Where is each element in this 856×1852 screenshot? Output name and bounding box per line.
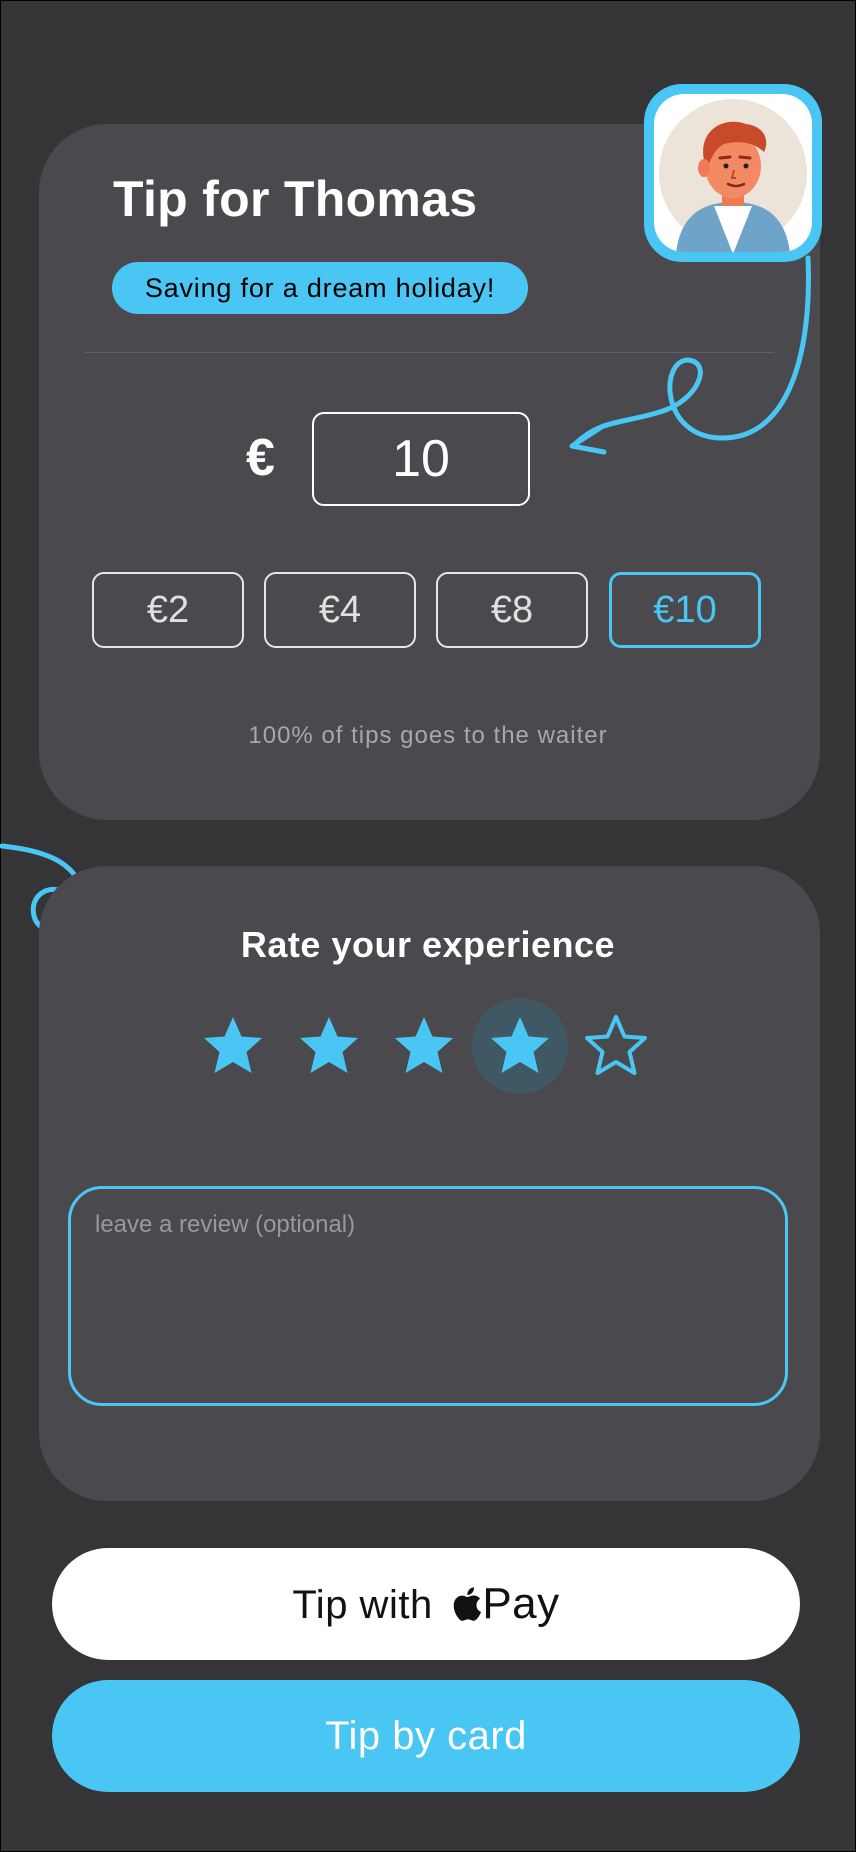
avatar <box>644 84 822 262</box>
star-3-button[interactable] <box>376 998 472 1094</box>
star-4-button[interactable] <box>472 998 568 1094</box>
star-5-button[interactable] <box>568 998 664 1094</box>
tip-title: Tip for Thomas <box>113 171 478 227</box>
currency-symbol: € <box>246 429 275 487</box>
goal-badge: Saving for a dream holiday! <box>112 262 528 314</box>
preset-4-button[interactable]: €4 <box>264 572 416 648</box>
star-icon <box>300 1017 358 1073</box>
star-icon <box>395 1017 453 1073</box>
star-2-button[interactable] <box>281 998 377 1094</box>
amount-input[interactable]: 10 <box>312 412 530 506</box>
avatar-illustration <box>654 94 812 252</box>
apple-pay-suffix: Pay <box>482 1579 560 1628</box>
star-icon <box>491 1017 549 1073</box>
rating-title: Rate your experience <box>240 924 616 965</box>
preset-8-button[interactable]: €8 <box>436 572 588 648</box>
star-icon <box>585 1015 647 1075</box>
apple-pay-prefix: Tip with <box>292 1583 433 1627</box>
apple-logo-icon <box>454 1587 482 1621</box>
tip-by-card-button[interactable]: Tip by card <box>52 1680 800 1792</box>
preset-10-button[interactable]: €10 <box>609 572 761 648</box>
tips-note: 100% of tips goes to the waiter <box>248 722 608 749</box>
preset-2-button[interactable]: €2 <box>92 572 244 648</box>
divider <box>84 352 774 353</box>
review-input[interactable] <box>68 1186 788 1406</box>
apple-pay-button[interactable]: Tip with Pay <box>52 1548 800 1660</box>
star-1-button[interactable] <box>185 998 281 1094</box>
star-icon <box>204 1017 262 1073</box>
